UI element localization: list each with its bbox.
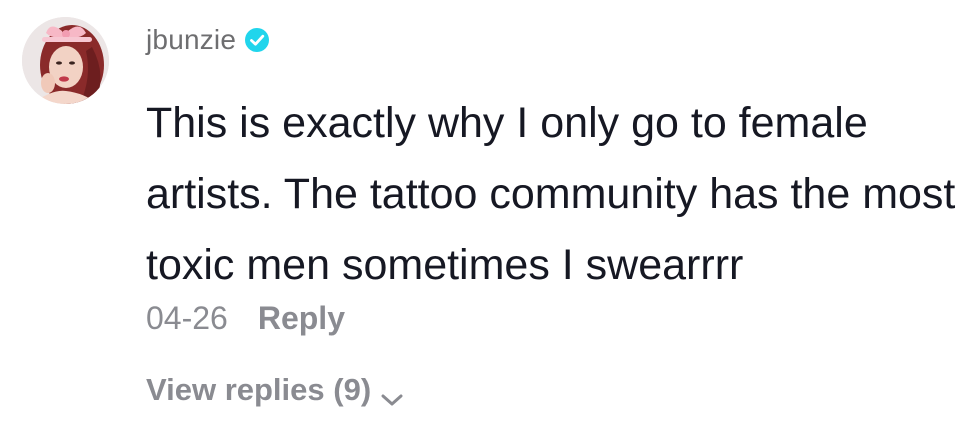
- avatar[interactable]: [22, 17, 109, 104]
- comment-content: jbunzie This is exactly why I only go to…: [146, 20, 966, 301]
- verified-check-icon: [244, 27, 270, 53]
- comment-meta: 04-26 Reply: [146, 296, 345, 340]
- comment-text: This is exactly why I only go to female …: [146, 99, 956, 289]
- avatar-image: [22, 17, 109, 104]
- username-row: jbunzie: [146, 20, 966, 60]
- view-replies-button[interactable]: View replies (9): [146, 368, 405, 412]
- username[interactable]: jbunzie: [146, 24, 236, 56]
- chevron-down-icon: [379, 381, 405, 406]
- comment-item: jbunzie This is exactly why I only go to…: [0, 0, 980, 426]
- comment-date: 04-26: [146, 299, 228, 336]
- reply-button[interactable]: Reply: [258, 300, 345, 337]
- view-replies-label: View replies (9): [146, 372, 372, 407]
